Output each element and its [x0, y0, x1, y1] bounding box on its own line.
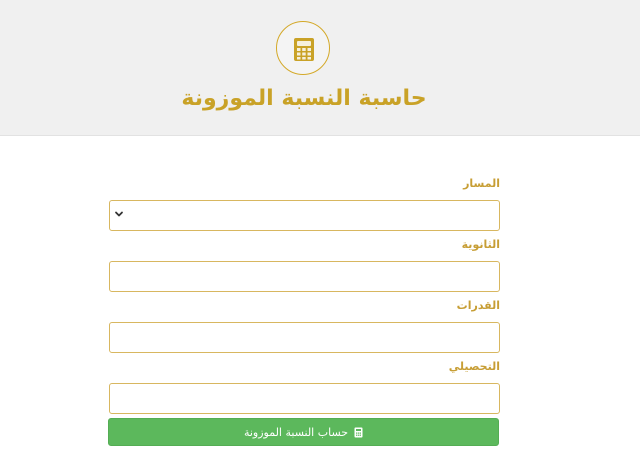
calculate-button[interactable]: حساب النسبة الموزونة [108, 418, 499, 446]
aptitude-input[interactable] [109, 322, 500, 353]
calculator-icon [354, 427, 363, 437]
achievement-label: التحصيلي [448, 360, 500, 373]
secondary-label: الثانوية [461, 238, 500, 251]
page-header: حاسبة النسبة الموزونة [0, 0, 640, 136]
track-label: المسار [463, 177, 500, 190]
track-select[interactable] [109, 200, 500, 231]
chevron-down-icon [115, 211, 123, 217]
track-select-box[interactable] [109, 200, 500, 231]
page-title: حاسبة النسبة الموزونة [181, 86, 427, 111]
calculator-icon [294, 38, 314, 61]
secondary-input[interactable] [109, 261, 500, 292]
calculate-button-label: حساب النسبة الموزونة [243, 425, 349, 439]
weighted-ratio-form: المسار الثانوية القدرات التحصيلي [108, 170, 500, 414]
aptitude-label: القدرات [456, 299, 500, 312]
logo-badge [276, 21, 330, 75]
achievement-input[interactable] [109, 383, 500, 414]
